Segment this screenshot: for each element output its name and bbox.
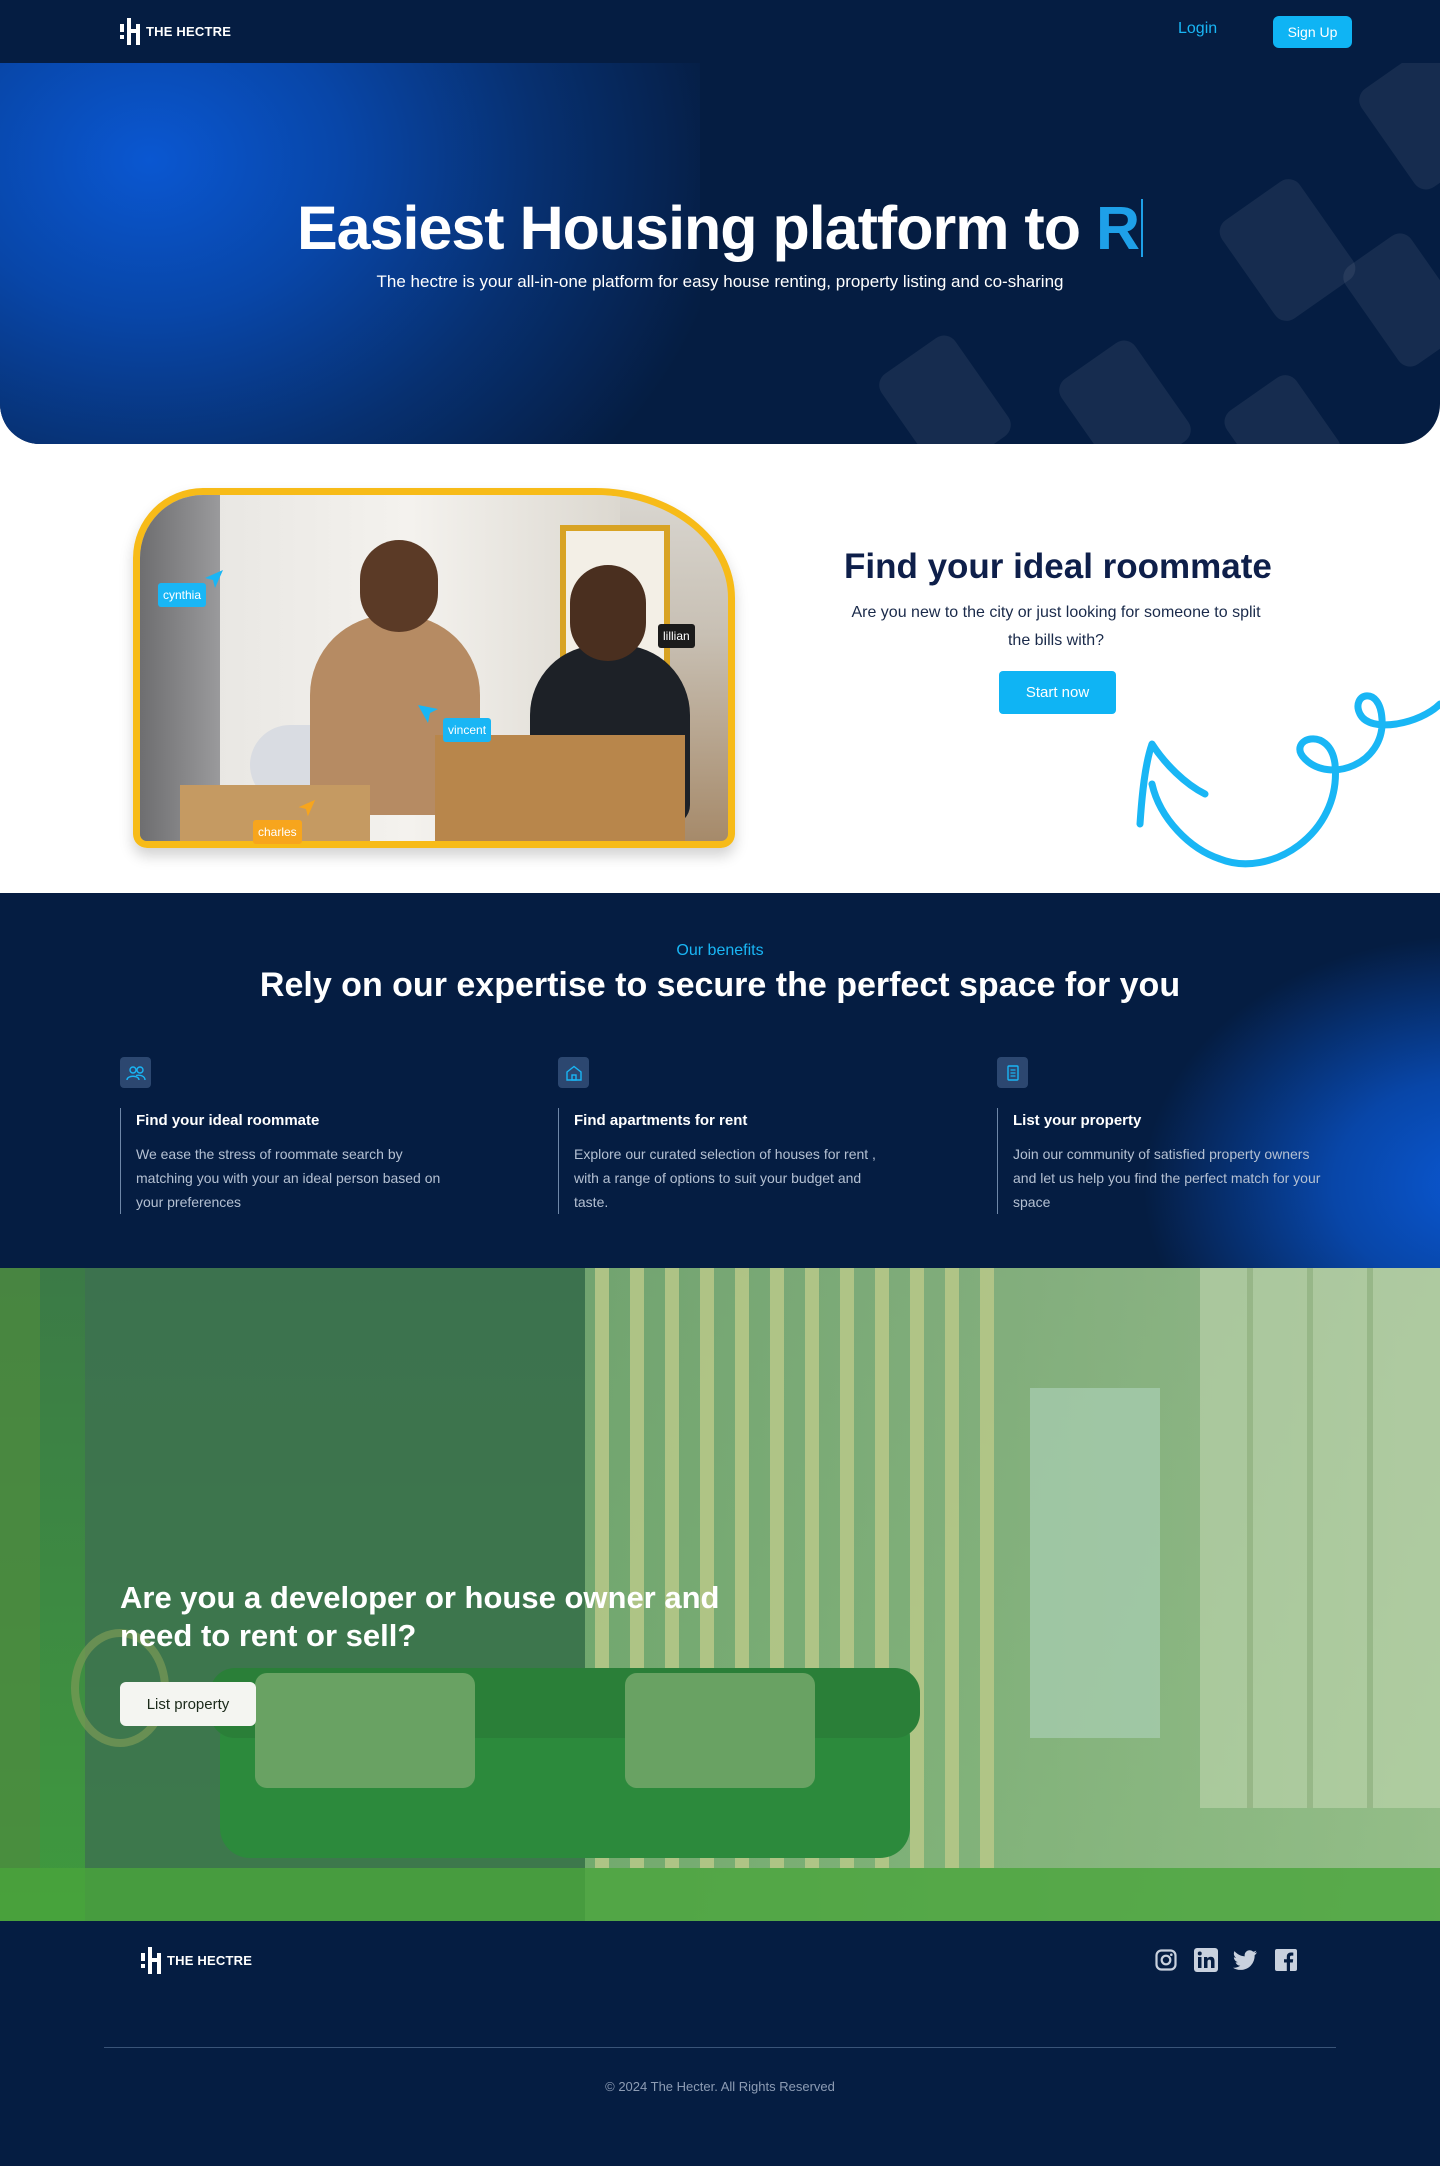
copyright-icon: © [605, 2079, 619, 2094]
benefit-title: Find your ideal roommate [136, 1112, 320, 1129]
list-property-button[interactable]: List property [120, 1682, 256, 1726]
document-icon [997, 1057, 1028, 1088]
hero-subtitle: The hectre is your all-in-one platform f… [376, 272, 1064, 291]
decorative-shape [1053, 335, 1197, 444]
footer-brand-logo[interactable]: THE HECTRE [141, 1947, 252, 1974]
benefit-title: Find apartments for rent [574, 1112, 748, 1129]
benefit-text: Join our community of satisfied property… [1013, 1146, 1321, 1210]
decorative-shape [1219, 369, 1346, 444]
logo-mark-icon [141, 1947, 161, 1974]
benefit-card-roommate: Find your ideal roommate We ease the str… [120, 1057, 450, 1214]
benefits-title: Rely on our expertise to secure the perf… [259, 966, 1181, 1004]
brand-name: THE HECTRE [146, 24, 232, 39]
typing-caret [1141, 199, 1144, 257]
decorative-shape [1353, 45, 1440, 195]
users-icon [120, 1057, 151, 1088]
start-now-button[interactable]: Start now [999, 671, 1116, 714]
logo-mark-icon [120, 18, 140, 45]
hero-title-typed: R [1095, 194, 1140, 262]
facebook-icon[interactable] [1273, 1947, 1298, 1972]
user-tag-cynthia: cynthia [158, 583, 207, 607]
roommate-section: cynthia lillian vincent charles Find you… [0, 444, 1440, 893]
login-button[interactable]: Login [1178, 20, 1217, 38]
user-tag-charles: charles [253, 820, 302, 844]
cursor-icon [418, 705, 438, 723]
user-tag-lillian: lillian [658, 624, 695, 648]
benefits-eyebrow: Our benefits [676, 942, 764, 959]
hero-title-text: Easiest Housing platform to [296, 194, 1096, 262]
instagram-icon[interactable] [1153, 1947, 1178, 1972]
brand-name: THE HECTRE [167, 1953, 253, 1968]
footer: THE HECTRE © 2024 The Hecter. All Rights… [0, 1921, 1440, 2166]
copyright-label: 2024 The Hecter. All Rights Reserved [618, 2079, 835, 2094]
copyright-text: © 2024 The Hecter. All Rights Reserved [0, 2079, 1440, 2094]
benefit-text: We ease the stress of roommate search by… [136, 1146, 441, 1210]
cta-title: Are you a developer or house owner and n… [120, 1580, 720, 1653]
linkedin-icon[interactable] [1193, 1947, 1218, 1972]
benefit-card-apartments: Find apartments for rent Explore our cur… [558, 1057, 888, 1214]
benefit-card-list-property: List your property Join our community of… [997, 1057, 1327, 1214]
user-tag-vincent: vincent [443, 718, 492, 742]
footer-divider [104, 2047, 1336, 2048]
benefit-title: List your property [1013, 1112, 1142, 1129]
twitter-icon[interactable] [1233, 1947, 1258, 1972]
cursor-icon [298, 799, 316, 817]
navbar: THE HECTRE Login Sign Up [0, 0, 1440, 63]
curly-arrow-icon [1136, 692, 1440, 868]
hero-section: Easiest Housing platform to R The hectre… [0, 0, 1440, 444]
roommates-photo: cynthia lillian vincent charles [133, 488, 735, 848]
signup-button[interactable]: Sign Up [1273, 16, 1352, 48]
hero-title: Easiest Housing platform to R [0, 193, 1440, 263]
decorative-shape [873, 330, 1017, 444]
roommate-title: Find your ideal roommate [844, 547, 1272, 586]
home-icon [558, 1057, 589, 1088]
benefits-section: Our benefits Rely on our expertise to se… [0, 893, 1440, 1268]
social-links [1153, 1947, 1298, 1972]
brand-logo[interactable]: THE HECTRE [120, 18, 231, 45]
benefit-text: Explore our curated selection of houses … [574, 1146, 876, 1210]
developer-cta-section: Are you a developer or house owner and n… [0, 1268, 1440, 1921]
